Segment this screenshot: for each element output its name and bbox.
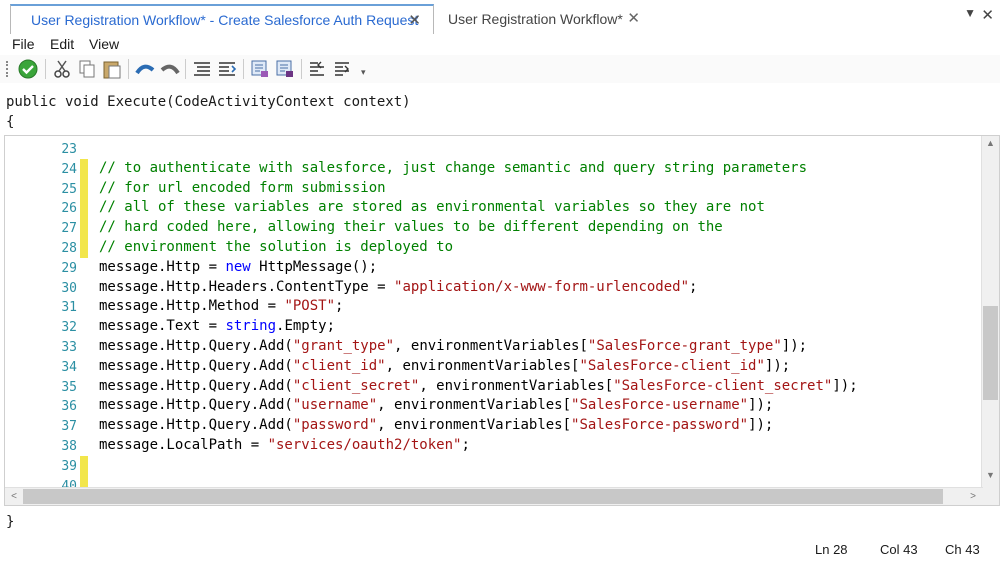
- line-text: message.Http.Query.Add("client_id", envi…: [99, 357, 791, 374]
- toolbar-separator: [128, 59, 129, 79]
- line-number: 24: [61, 161, 77, 177]
- tab-label: User Registration Workflow* - Create Sal…: [31, 12, 419, 28]
- tab-create-salesforce-auth-request[interactable]: User Registration Workflow* - Create Sal…: [10, 4, 434, 34]
- line-number: 32: [61, 320, 77, 336]
- line-text: message.Http = new HttpMessage();: [99, 258, 378, 275]
- line-text: message.Http.Query.Add("username", envir…: [99, 397, 774, 414]
- menu-bar: File Edit View: [0, 34, 1000, 54]
- line-text: message.Http.Query.Add("grant_type", env…: [99, 338, 808, 354]
- line-text: // all of these variables are stored as …: [99, 199, 765, 216]
- line-text: // to authenticate with salesforce, just…: [99, 159, 808, 176]
- vertical-scrollbar[interactable]: ▲ ▼: [981, 136, 999, 488]
- status-line: Ln 28: [815, 542, 848, 557]
- toolbar-separator: [45, 59, 46, 79]
- line-text: // hard coded here, allowing their value…: [99, 219, 723, 236]
- line-number: 23: [61, 142, 77, 157]
- tab-user-registration-workflow[interactable]: User Registration Workflow* ✕: [434, 4, 652, 34]
- line-number: 31: [61, 300, 77, 316]
- method-signature: public void Execute(CodeActivityContext …: [6, 94, 411, 110]
- menu-edit[interactable]: Edit: [50, 36, 74, 52]
- line-text: message.Http.Method = "POST";: [99, 298, 344, 315]
- line-number: 39: [61, 458, 77, 474]
- code-editor[interactable]: 23 24 // to authenticate with salesforce, …: [4, 135, 1000, 506]
- line-text: message.Http.Headers.ContentType = "appl…: [99, 278, 698, 295]
- comment-icon[interactable]: [249, 58, 271, 80]
- menu-file[interactable]: File: [12, 36, 35, 52]
- align-right-icon[interactable]: [332, 58, 354, 80]
- horizontal-scroll-thumb[interactable]: [23, 489, 943, 504]
- toolbar-separator: [243, 59, 244, 79]
- line-number: 34: [61, 359, 77, 375]
- line-number: 26: [61, 201, 77, 217]
- copy-icon[interactable]: [76, 58, 98, 80]
- toolbar-separator: [185, 59, 186, 79]
- change-marker: [80, 455, 88, 476]
- line-text: message.Http.Query.Add("password", envir…: [99, 417, 774, 434]
- redo-icon[interactable]: [159, 58, 181, 80]
- change-marker: [80, 198, 88, 219]
- scroll-corner: [982, 488, 999, 505]
- line-number: 29: [61, 260, 77, 276]
- tab-label: User Registration Workflow*: [448, 11, 623, 27]
- line-number: 37: [61, 419, 77, 435]
- toolbar-separator: [301, 59, 302, 79]
- line-number: 33: [61, 340, 77, 355]
- scroll-right-icon[interactable]: >: [965, 488, 981, 505]
- toolbar: ▾: [0, 55, 1000, 83]
- close-icon[interactable]: ✕: [981, 6, 994, 24]
- scroll-up-icon[interactable]: ▲: [982, 138, 999, 154]
- cut-icon[interactable]: [51, 58, 73, 80]
- close-icon[interactable]: ✕: [408, 11, 421, 29]
- horizontal-scrollbar[interactable]: < >: [5, 487, 983, 505]
- line-text: message.Text = string.Empty;: [99, 318, 336, 335]
- align-left-icon[interactable]: [307, 58, 329, 80]
- chevron-down-icon[interactable]: ▼: [964, 6, 976, 20]
- line-text: message.Http.Query.Add("client_secret", …: [99, 377, 858, 394]
- line-number: 36: [61, 399, 77, 415]
- change-marker: [80, 158, 88, 179]
- close-icon[interactable]: ✕: [627, 9, 640, 27]
- undo-icon[interactable]: [134, 58, 156, 80]
- outdent-icon[interactable]: [216, 58, 238, 80]
- line-text: message.LocalPath = "services/oauth2/tok…: [99, 437, 470, 453]
- uncomment-icon[interactable]: [274, 58, 296, 80]
- scroll-left-icon[interactable]: <: [6, 488, 22, 505]
- line-text: // environment the solution is deployed …: [99, 239, 454, 255]
- line-number: 27: [61, 221, 77, 237]
- change-marker: [80, 178, 88, 199]
- status-char: Ch 43: [945, 542, 980, 557]
- toolbar-grip: [6, 61, 11, 77]
- line-number: 35: [61, 379, 77, 395]
- indent-icon[interactable]: [191, 58, 213, 80]
- line-number: 38: [61, 439, 77, 454]
- line-number: 30: [61, 280, 77, 296]
- paste-icon[interactable]: [101, 58, 123, 80]
- tab-bar: User Registration Workflow* - Create Sal…: [0, 0, 1000, 34]
- line-number: 25: [61, 181, 77, 197]
- scroll-down-icon[interactable]: ▼: [982, 470, 999, 486]
- change-marker: [80, 218, 88, 239]
- toolbar-overflow-icon[interactable]: ▾: [361, 67, 366, 78]
- line-text: // for url encoded form submission: [99, 179, 386, 196]
- line-number: 28: [61, 241, 77, 256]
- open-brace: {: [6, 114, 15, 130]
- check-icon[interactable]: [17, 58, 39, 80]
- change-marker: [80, 238, 88, 258]
- vertical-scroll-thumb[interactable]: [983, 306, 998, 400]
- status-column: Col 43: [880, 542, 918, 557]
- menu-view[interactable]: View: [89, 36, 119, 52]
- close-brace: }: [6, 514, 15, 530]
